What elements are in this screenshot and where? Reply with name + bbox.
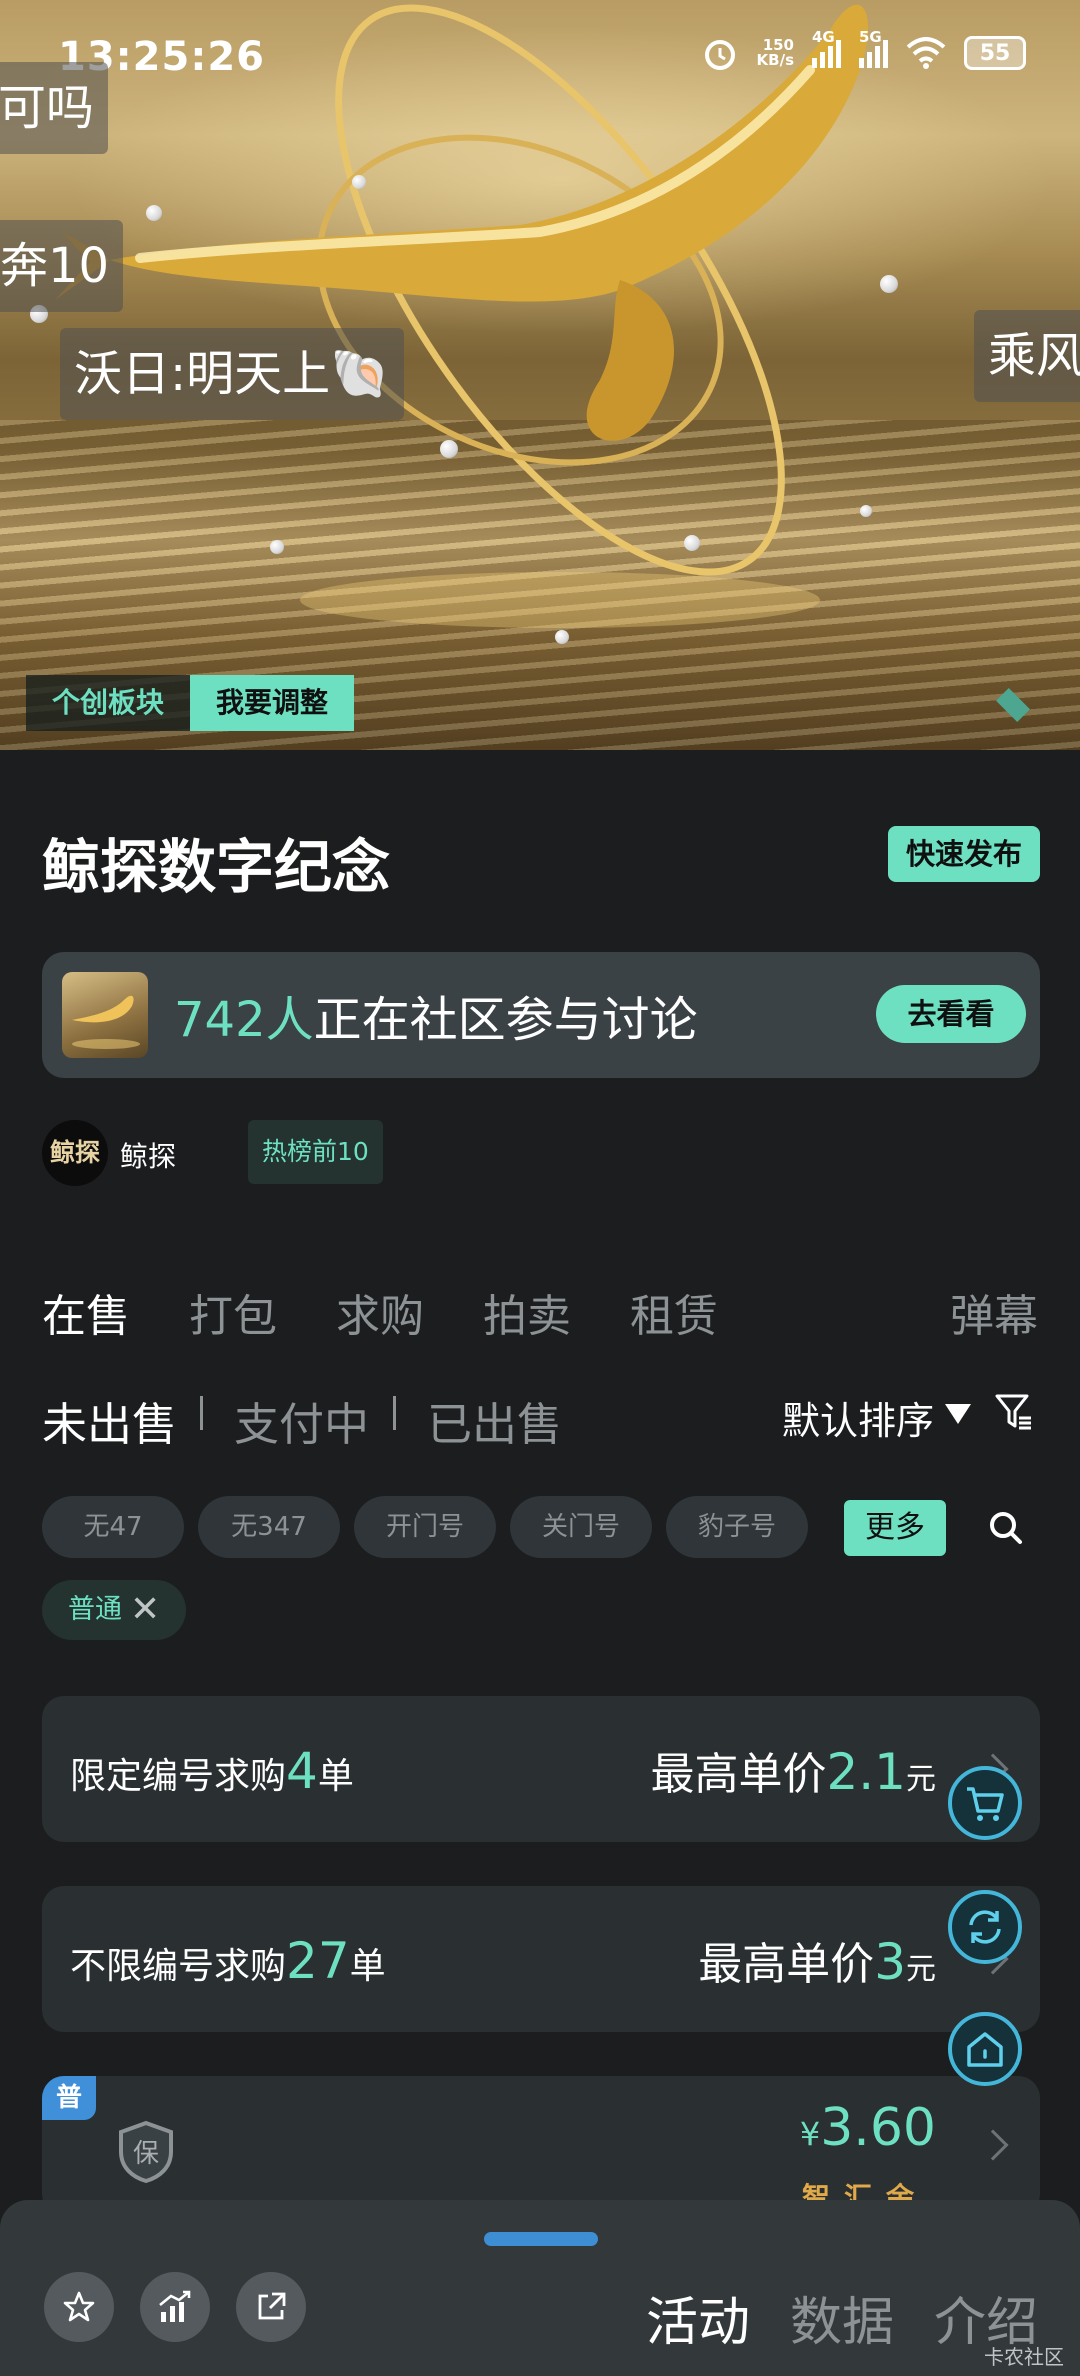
bubble xyxy=(860,505,872,517)
bubble xyxy=(440,440,458,458)
refresh-icon xyxy=(969,1910,1001,1944)
adjust-button[interactable]: 我要调整 xyxy=(190,675,355,731)
star-icon xyxy=(63,2291,95,2322)
tab-auction[interactable]: 拍卖 xyxy=(483,1280,571,1344)
home-icon xyxy=(967,2032,1003,2067)
normal-badge: 普 xyxy=(42,2076,96,2120)
wanted-title: 不限编号求购27单 xyxy=(70,1932,386,1990)
tab-bundle[interactable]: 打包 xyxy=(189,1280,277,1344)
wanted-title: 限定编号求购4单 xyxy=(70,1742,354,1800)
tab-rent[interactable]: 租赁 xyxy=(630,1280,718,1344)
bubble xyxy=(270,540,284,554)
discussion-text: 742人正在社区参与讨论 xyxy=(174,980,698,1050)
cart-button[interactable] xyxy=(948,1766,1022,1840)
bubble xyxy=(352,175,366,189)
more-filters-button[interactable]: 更多 xyxy=(844,1500,946,1556)
discussion-card[interactable]: 742人正在社区参与讨论 去看看 xyxy=(42,952,1040,1078)
hero-banner: 13:25:26 150 KB/s 4G 5G 55 可吗 奔10 沃日:明天上… xyxy=(0,0,1080,750)
subtab-paying[interactable]: 支付中 xyxy=(234,1388,369,1453)
chevron-right-icon xyxy=(977,2129,1009,2161)
tab-wanted[interactable]: 求购 xyxy=(336,1280,424,1344)
shield-icon: 保 xyxy=(119,2120,173,2184)
danmu-item: 可吗 xyxy=(0,62,109,154)
divider xyxy=(393,1396,396,1430)
divider xyxy=(200,1396,203,1430)
bubble xyxy=(146,205,162,221)
svg-text:保: 保 xyxy=(133,2139,159,2169)
drag-handle[interactable] xyxy=(484,2232,598,2246)
author-name[interactable]: 鲸探 xyxy=(120,1135,176,1175)
quick-publish-button[interactable]: 快速发布 xyxy=(888,826,1040,882)
active-filter-chip[interactable]: 普通 ✕ xyxy=(42,1580,186,1640)
signal-sim2-icon: 5G xyxy=(859,30,888,68)
wanted-card-unlimited[interactable]: 不限编号求购27单 最高单价3元 xyxy=(42,1886,1040,2032)
page-title: 鲸探数字纪念 xyxy=(42,833,391,901)
status-icons: 150 KB/s 4G 5G 55 xyxy=(701,30,1026,72)
bottom-bar: 活动 数据 介绍 卡农社区 xyxy=(0,2200,1080,2376)
discussion-thumbnail xyxy=(62,972,148,1058)
network-speed: 150 KB/s xyxy=(756,36,794,69)
subtab-sold[interactable]: 已出售 xyxy=(427,1388,562,1453)
avatar[interactable]: 鲸探 xyxy=(42,1120,108,1186)
filter-chip[interactable]: 关门号 xyxy=(510,1496,652,1558)
dropdown-triangle-icon[interactable] xyxy=(945,1404,971,1424)
chart-trend-icon xyxy=(159,2290,191,2322)
battery-icon: 55 xyxy=(964,36,1026,70)
bottom-tab-data[interactable]: 数据 xyxy=(790,2280,894,2355)
max-price: 最高单价2.1元 xyxy=(650,1743,936,1801)
refresh-button[interactable] xyxy=(948,1890,1022,1964)
listing-price: ¥3.60 xyxy=(799,2098,936,2158)
favorite-button[interactable] xyxy=(44,2272,114,2342)
search-icon[interactable] xyxy=(986,1508,1026,1548)
danmu-item: 沃日:明天上🐚 xyxy=(60,328,404,420)
filter-icon[interactable] xyxy=(994,1392,1034,1432)
bottom-tab-activity[interactable]: 活动 xyxy=(646,2280,750,2355)
go-see-button[interactable]: 去看看 xyxy=(876,985,1026,1043)
section-tag: 个创板块 xyxy=(26,675,191,731)
discussion-count: 742人 xyxy=(174,992,314,1048)
alarm-icon xyxy=(704,40,735,70)
danmu-item: 奔10 xyxy=(0,220,124,312)
bubble xyxy=(684,535,700,551)
share-icon xyxy=(258,2292,286,2320)
watermark: 卡农社区 xyxy=(984,2345,1064,2369)
wifi-icon xyxy=(906,37,946,69)
home-button[interactable] xyxy=(948,2012,1022,2086)
cart-icon xyxy=(967,1787,1004,1821)
close-icon[interactable]: ✕ xyxy=(130,1580,160,1640)
subtab-unsold[interactable]: 未出售 xyxy=(42,1388,177,1453)
hot-rank-badge[interactable]: 热榜前10 xyxy=(248,1120,383,1184)
hero-tags: 个创板块 我要调整 xyxy=(26,675,355,731)
share-button[interactable] xyxy=(236,2272,306,2342)
active-filter-label: 普通 xyxy=(68,1594,122,1625)
signal-sim1-icon: 4G xyxy=(812,30,841,68)
sort-dropdown[interactable]: 默认排序 xyxy=(782,1390,934,1445)
filter-chip[interactable]: 无347 xyxy=(198,1496,340,1558)
tab-on-sale[interactable]: 在售 xyxy=(42,1280,130,1344)
filter-chip[interactable]: 无47 xyxy=(42,1496,184,1558)
bubble xyxy=(555,630,569,644)
trend-button[interactable] xyxy=(140,2272,210,2342)
listing-card[interactable]: 普 保 ¥3.60 智汇余 xyxy=(42,2076,1040,2216)
filter-chip[interactable]: 开门号 xyxy=(354,1496,496,1558)
danmu-toggle[interactable]: 弹幕 xyxy=(950,1280,1038,1344)
wanted-card-limited[interactable]: 限定编号求购4单 最高单价2.1元 xyxy=(42,1696,1040,1842)
discussion-label: 正在社区参与讨论 xyxy=(313,992,698,1048)
filter-chip[interactable]: 豹子号 xyxy=(666,1496,808,1558)
danmu-item: 乘风 xyxy=(974,310,1080,402)
max-price: 最高单价3元 xyxy=(698,1933,936,1991)
bubble xyxy=(880,275,898,293)
